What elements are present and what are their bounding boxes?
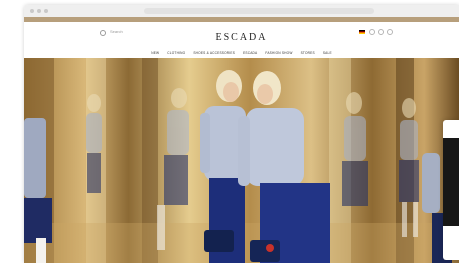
nav-item-fashion-show[interactable]: FASHION SHOW <box>265 51 292 55</box>
wishlist-icon[interactable] <box>378 29 384 35</box>
edge-figure <box>24 118 46 198</box>
browser-titlebar <box>24 5 459 17</box>
right-figure <box>422 153 440 213</box>
side-panel[interactable] <box>443 120 459 260</box>
account-icon[interactable] <box>369 29 375 35</box>
bag-icon[interactable] <box>387 29 393 35</box>
flag-germany-icon[interactable] <box>359 30 365 34</box>
brand-logo[interactable]: ESCADA <box>24 32 459 43</box>
edge-figure-boot <box>36 238 46 263</box>
nav-item-escada[interactable]: ESCADA <box>243 51 257 55</box>
nav-item-new[interactable]: NEW <box>151 51 159 55</box>
edge-figure-skirt <box>24 198 52 243</box>
main-nav: NEW CLOTHING SHOES & ACCESSORIES ESCADA … <box>24 51 459 55</box>
site-header: Search ESCADA NEW CLOTHING SHOES & ACCES… <box>24 22 459 58</box>
nav-item-clothing[interactable]: CLOTHING <box>167 51 185 55</box>
minimize-window-icon[interactable] <box>37 9 41 13</box>
nav-item-shoes-accessories[interactable]: SHOES & ACCESSORIES <box>193 51 235 55</box>
nav-item-stores[interactable]: STORES <box>301 51 315 55</box>
address-bar[interactable] <box>144 8 374 14</box>
browser-window: Search ESCADA NEW CLOTHING SHOES & ACCES… <box>24 5 459 263</box>
side-panel-image <box>443 138 459 226</box>
hero-image[interactable] <box>24 58 459 263</box>
nav-item-sale[interactable]: SALE <box>323 51 332 55</box>
close-window-icon[interactable] <box>30 9 34 13</box>
maximize-window-icon[interactable] <box>44 9 48 13</box>
hero-photo <box>24 58 459 263</box>
